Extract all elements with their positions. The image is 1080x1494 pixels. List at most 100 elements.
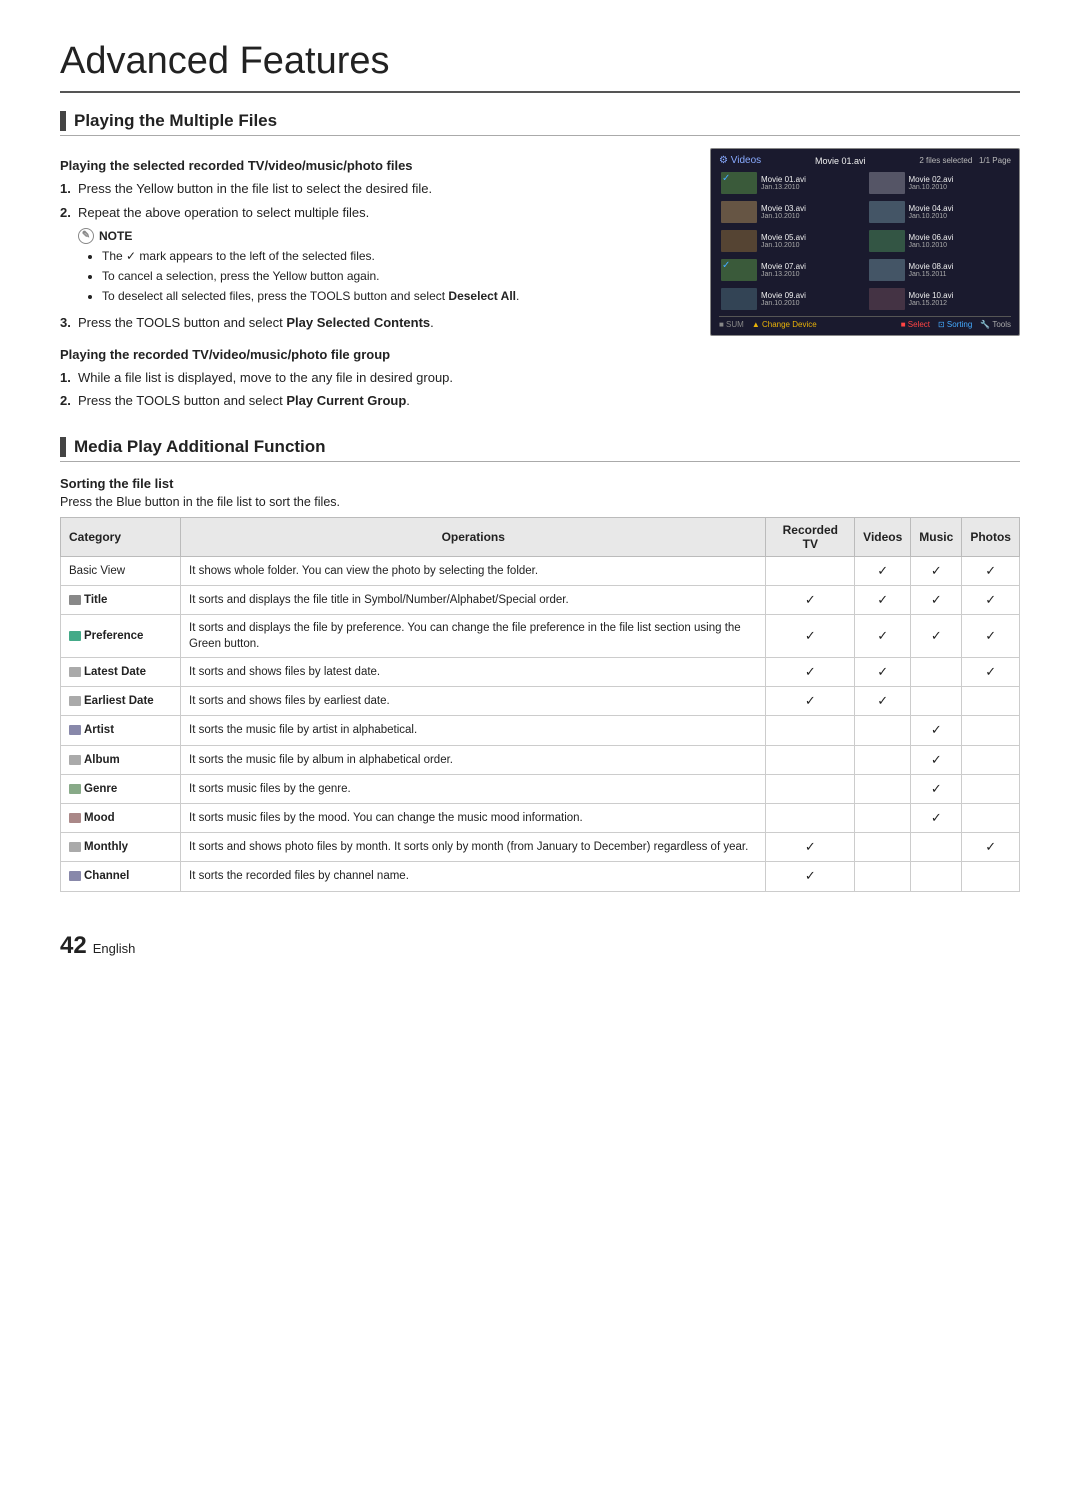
table-row: Latest Date It sorts and shows files by … xyxy=(61,658,1020,687)
section1-content-area: Playing the selected recorded TV/video/m… xyxy=(60,148,1020,417)
tv-file-9: Movie 09.avi Jan.10.2010 xyxy=(719,286,864,312)
table-row: Album It sorts the music file by album i… xyxy=(61,745,1020,774)
check-title-recorded: ✓ xyxy=(766,585,855,614)
check-genre-recorded xyxy=(766,774,855,803)
header-recorded-tv: Recorded TV xyxy=(766,517,855,556)
section-bar-2 xyxy=(60,437,66,457)
sorting-subtitle: Sorting the file list xyxy=(60,476,1020,491)
check-pref-recorded: ✓ xyxy=(766,614,855,657)
step-2-2: 2. Press the TOOLS button and select Pla… xyxy=(60,391,690,411)
ops-mood: It sorts music files by the mood. You ca… xyxy=(181,804,766,833)
table-row: Earliest Date It sorts and shows files b… xyxy=(61,687,1020,716)
check-artist-videos xyxy=(855,716,911,745)
check-title-photos: ✓ xyxy=(962,585,1020,614)
sort-table-head: Category Operations Recorded TV Videos M… xyxy=(61,517,1020,556)
table-row: Title It sorts and displays the file tit… xyxy=(61,585,1020,614)
cat-title: Title xyxy=(61,585,181,614)
sorting-description: Press the Blue button in the file list t… xyxy=(60,495,1020,509)
table-row: Monthly It sorts and shows photo files b… xyxy=(61,833,1020,862)
check-latest-music xyxy=(911,658,962,687)
check-pref-photos: ✓ xyxy=(962,614,1020,657)
ops-title: It sorts and displays the file title in … xyxy=(181,585,766,614)
tv-thumb-3 xyxy=(721,201,757,223)
check-pref-videos: ✓ xyxy=(855,614,911,657)
step-1-2: 2. Repeat the above operation to select … xyxy=(60,203,690,223)
table-row: Basic View It shows whole folder. You ca… xyxy=(61,556,1020,585)
check-mood-music: ✓ xyxy=(911,804,962,833)
tv-thumb-10 xyxy=(869,288,905,310)
check-title-music: ✓ xyxy=(911,585,962,614)
ops-album: It sorts the music file by album in alph… xyxy=(181,745,766,774)
note-bullet-3: To deselect all selected files, press th… xyxy=(102,287,690,305)
check-basic-music: ✓ xyxy=(911,556,962,585)
check-earliest-photos xyxy=(962,687,1020,716)
section-bar-1 xyxy=(60,111,66,131)
step-2-1: 1. While a file list is displayed, move … xyxy=(60,368,690,388)
ops-preference: It sorts and displays the file by prefer… xyxy=(181,614,766,657)
check-latest-photos: ✓ xyxy=(962,658,1020,687)
sort-table-body: Basic View It shows whole folder. You ca… xyxy=(61,556,1020,891)
section1-title: Playing the Multiple Files xyxy=(74,111,277,131)
ops-earliest-date: It sorts and shows files by earliest dat… xyxy=(181,687,766,716)
table-row: Preference It sorts and displays the fil… xyxy=(61,614,1020,657)
page-number: 42 xyxy=(60,932,87,960)
check-monthly-videos xyxy=(855,833,911,862)
step-1-1: 1. Press the Yellow button in the file l… xyxy=(60,179,690,199)
note-box: ✎ NOTE The ✓ mark appears to the left of… xyxy=(78,228,690,305)
section-media-play: Media Play Additional Function Sorting t… xyxy=(60,437,1020,892)
subsection1-step3-list: 3. Press the TOOLS button and select Pla… xyxy=(60,313,690,333)
check-genre-music: ✓ xyxy=(911,774,962,803)
note-bullets: The ✓ mark appears to the left of the se… xyxy=(78,247,690,305)
cat-earliest-date: Earliest Date xyxy=(61,687,181,716)
check-channel-music xyxy=(911,862,962,891)
section1-left: Playing the selected recorded TV/video/m… xyxy=(60,148,690,417)
tv-thumb-1 xyxy=(721,172,757,194)
table-row: Artist It sorts the music file by artist… xyxy=(61,716,1020,745)
check-title-videos: ✓ xyxy=(855,585,911,614)
ops-channel: It sorts the recorded files by channel n… xyxy=(181,862,766,891)
check-artist-photos xyxy=(962,716,1020,745)
check-artist-recorded xyxy=(766,716,855,745)
tv-file-10: Movie 10.avi Jan.15.2012 xyxy=(867,286,1012,312)
check-album-music: ✓ xyxy=(911,745,962,774)
header-videos: Videos xyxy=(855,517,911,556)
table-row: Channel It sorts the recorded files by c… xyxy=(61,862,1020,891)
check-latest-recorded: ✓ xyxy=(766,658,855,687)
tv-file-3: Movie 03.avi Jan.10.2010 xyxy=(719,199,864,225)
note-icon: ✎ xyxy=(78,228,94,244)
subsection2-steps: 1. While a file list is displayed, move … xyxy=(60,368,690,411)
table-row: Mood It sorts music files by the mood. Y… xyxy=(61,804,1020,833)
tv-thumb-9 xyxy=(721,288,757,310)
check-album-videos xyxy=(855,745,911,774)
check-channel-photos xyxy=(962,862,1020,891)
cat-latest-date: Latest Date xyxy=(61,658,181,687)
tv-thumb-5 xyxy=(721,230,757,252)
cat-preference: Preference xyxy=(61,614,181,657)
cat-channel: Channel xyxy=(61,862,181,891)
tv-mockup-container: ⚙ Videos Movie 01.avi 2 files selected 1… xyxy=(710,148,1020,417)
header-operations: Operations xyxy=(181,517,766,556)
check-channel-videos xyxy=(855,862,911,891)
check-album-recorded xyxy=(766,745,855,774)
cat-album: Album xyxy=(61,745,181,774)
tv-file-grid: Movie 01.avi Jan.13.2010 Movie 02.avi Ja… xyxy=(719,170,1011,312)
cat-basic-view: Basic View xyxy=(61,556,181,585)
tv-file-2: Movie 02.avi Jan.10.2010 xyxy=(867,170,1012,196)
check-album-photos xyxy=(962,745,1020,774)
ops-genre: It sorts music files by the genre. xyxy=(181,774,766,803)
check-earliest-music xyxy=(911,687,962,716)
ops-latest-date: It sorts and shows files by latest date. xyxy=(181,658,766,687)
page-footer: 42 English xyxy=(60,932,1020,960)
note-bullet-1: The ✓ mark appears to the left of the se… xyxy=(102,247,690,265)
ops-basic-view: It shows whole folder. You can view the … xyxy=(181,556,766,585)
tv-file-1: Movie 01.avi Jan.13.2010 xyxy=(719,170,864,196)
check-monthly-recorded: ✓ xyxy=(766,833,855,862)
table-row: Genre It sorts music files by the genre.… xyxy=(61,774,1020,803)
header-category: Category xyxy=(61,517,181,556)
cat-genre: Genre xyxy=(61,774,181,803)
tv-thumb-2 xyxy=(869,172,905,194)
check-basic-videos: ✓ xyxy=(855,556,911,585)
check-mood-recorded xyxy=(766,804,855,833)
check-monthly-music xyxy=(911,833,962,862)
section2-header: Media Play Additional Function xyxy=(60,437,1020,462)
